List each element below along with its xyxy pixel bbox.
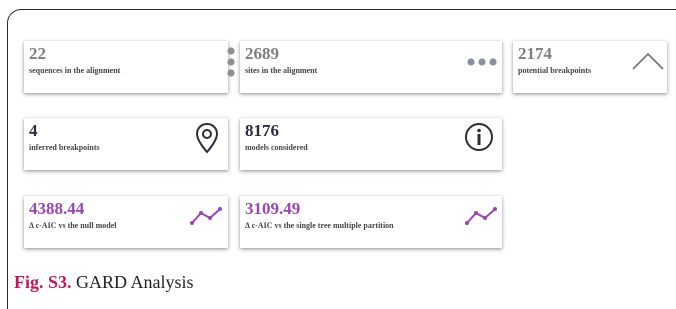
card-label: potential breakpoints xyxy=(518,66,591,75)
card-label: inferred breakpoints xyxy=(29,143,100,152)
figure-caption: Fig. S3. GARD Analysis xyxy=(14,271,194,293)
card-value: 4 xyxy=(29,121,38,140)
card-value: 22 xyxy=(29,44,46,63)
card-label: Δ c-AIC vs the null model xyxy=(29,221,117,230)
card-inferred-breakpoints: 4 inferred breakpoints xyxy=(24,118,228,170)
card-value: 2174 xyxy=(518,44,552,63)
card-models-considered: 8176 models considered xyxy=(240,118,502,170)
card-label: Δ c-AIC vs the single tree multiple part… xyxy=(245,221,394,230)
figure-number: Fig. S3. xyxy=(14,272,72,292)
info-icon[interactable] xyxy=(464,122,494,152)
card-label: sequences in the alignment xyxy=(29,66,121,75)
card-potential-breakpoints: 2174 potential breakpoints xyxy=(513,41,667,93)
horizontal-ellipsis-icon[interactable] xyxy=(466,56,498,68)
figure-title: GARD Analysis xyxy=(71,272,194,292)
trend-line-icon[interactable] xyxy=(465,206,497,226)
card-caic-null-model: 4388.44 Δ c-AIC vs the null model xyxy=(24,196,228,248)
card-value: 8176 xyxy=(245,121,279,140)
card-sites: 2689 sites in the alignment xyxy=(240,41,502,93)
card-label: sites in the alignment xyxy=(245,66,318,75)
map-pin-icon[interactable] xyxy=(195,122,219,154)
card-caic-single-tree: 3109.49 Δ c-AIC vs the single tree multi… xyxy=(240,196,502,248)
trend-line-icon[interactable] xyxy=(190,206,222,226)
card-value: 4388.44 xyxy=(29,199,85,218)
card-sequences: 22 sequences in the alignment xyxy=(24,41,235,93)
vertical-ellipsis-icon[interactable] xyxy=(224,46,238,80)
card-value: 2689 xyxy=(245,44,279,63)
card-label: models considered xyxy=(245,143,308,152)
chevron-up-icon[interactable] xyxy=(631,51,665,71)
card-value: 3109.49 xyxy=(245,199,301,218)
